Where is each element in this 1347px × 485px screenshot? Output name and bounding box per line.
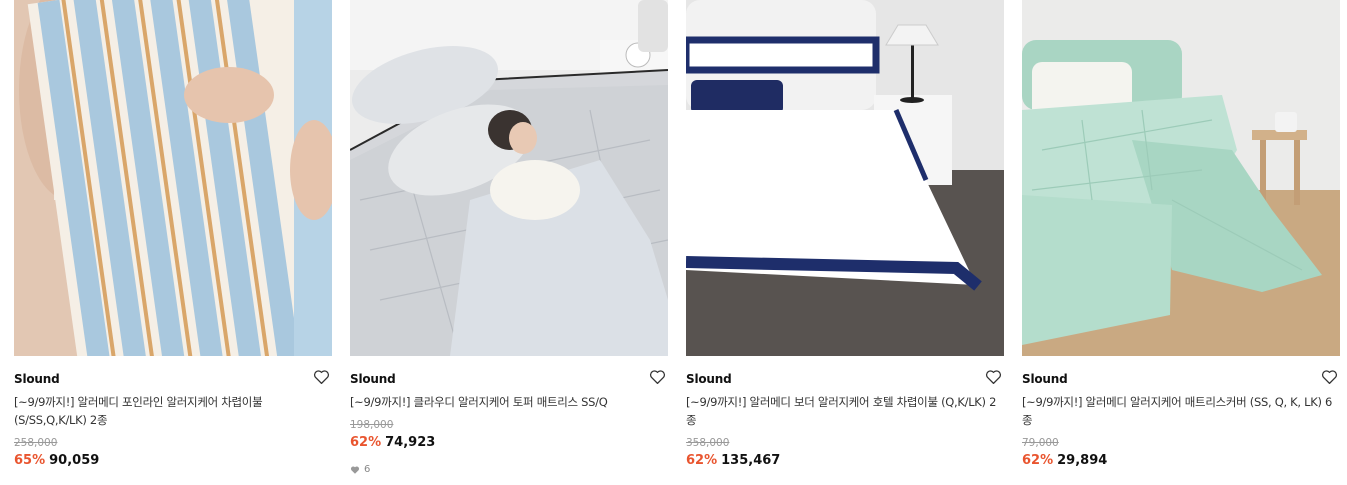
sale-price: 135,467 [721,453,781,468]
sale-price: 90,059 [49,453,100,468]
discount-rate: 62% [686,453,718,468]
like-count-value: 6 [364,464,371,475]
brand-name[interactable]: Slound [14,372,60,386]
product-card[interactable]: Slound [~9/9까지!] 알러메디 보더 알러지케어 호텔 차렵이불 (… [686,0,1004,485]
product-card[interactable]: Slound [~9/9까지!] 알러메디 알러지케어 매트리스커버 (SS, … [1022,0,1340,485]
discount-rate: 65% [14,453,46,468]
heart-outline-icon[interactable] [313,369,330,385]
product-title[interactable]: [~9/9까지!] 클라우디 알러지케어 토퍼 매트리스 SS/Q [350,393,662,411]
sale-price: 29,894 [1057,453,1108,468]
price-row: 65% 90,059 [14,453,99,468]
heart-filled-icon [350,465,360,474]
price-row: 62% 74,923 [350,435,435,450]
product-title[interactable]: [~9/9까지!] 알러메디 포인라인 알러지케어 차렵이불 (S/SS,Q,K… [14,393,326,429]
original-price: 79,000 [1022,437,1059,449]
brand-name[interactable]: Slound [686,372,732,386]
original-price: 198,000 [350,419,394,431]
price-row: 62% 135,467 [686,453,780,468]
product-card[interactable]: Slound [~9/9까지!] 클라우디 알러지케어 토퍼 매트리스 SS/Q… [350,0,668,485]
heart-outline-icon[interactable] [985,369,1002,385]
price-row: 62% 29,894 [1022,453,1107,468]
discount-rate: 62% [1022,453,1054,468]
brand-name[interactable]: Slound [350,372,396,386]
like-count: 6 [350,464,370,475]
heart-outline-icon[interactable] [1321,369,1338,385]
product-image[interactable] [14,0,332,356]
product-image[interactable] [1022,0,1340,356]
sale-price: 74,923 [385,435,436,450]
brand-name[interactable]: Slound [1022,372,1068,386]
discount-rate: 62% [350,435,382,450]
product-title[interactable]: [~9/9까지!] 알러메디 보더 알러지케어 호텔 차렵이불 (Q,K/LK)… [686,393,998,429]
product-image[interactable] [686,0,1004,356]
product-image[interactable] [350,0,668,356]
heart-outline-icon[interactable] [649,369,666,385]
original-price: 358,000 [686,437,730,449]
product-card[interactable]: Slound [~9/9까지!] 알러메디 포인라인 알러지케어 차렵이불 (S… [14,0,332,485]
original-price: 258,000 [14,437,58,449]
product-title[interactable]: [~9/9까지!] 알러메디 알러지케어 매트리스커버 (SS, Q, K, L… [1022,393,1334,429]
